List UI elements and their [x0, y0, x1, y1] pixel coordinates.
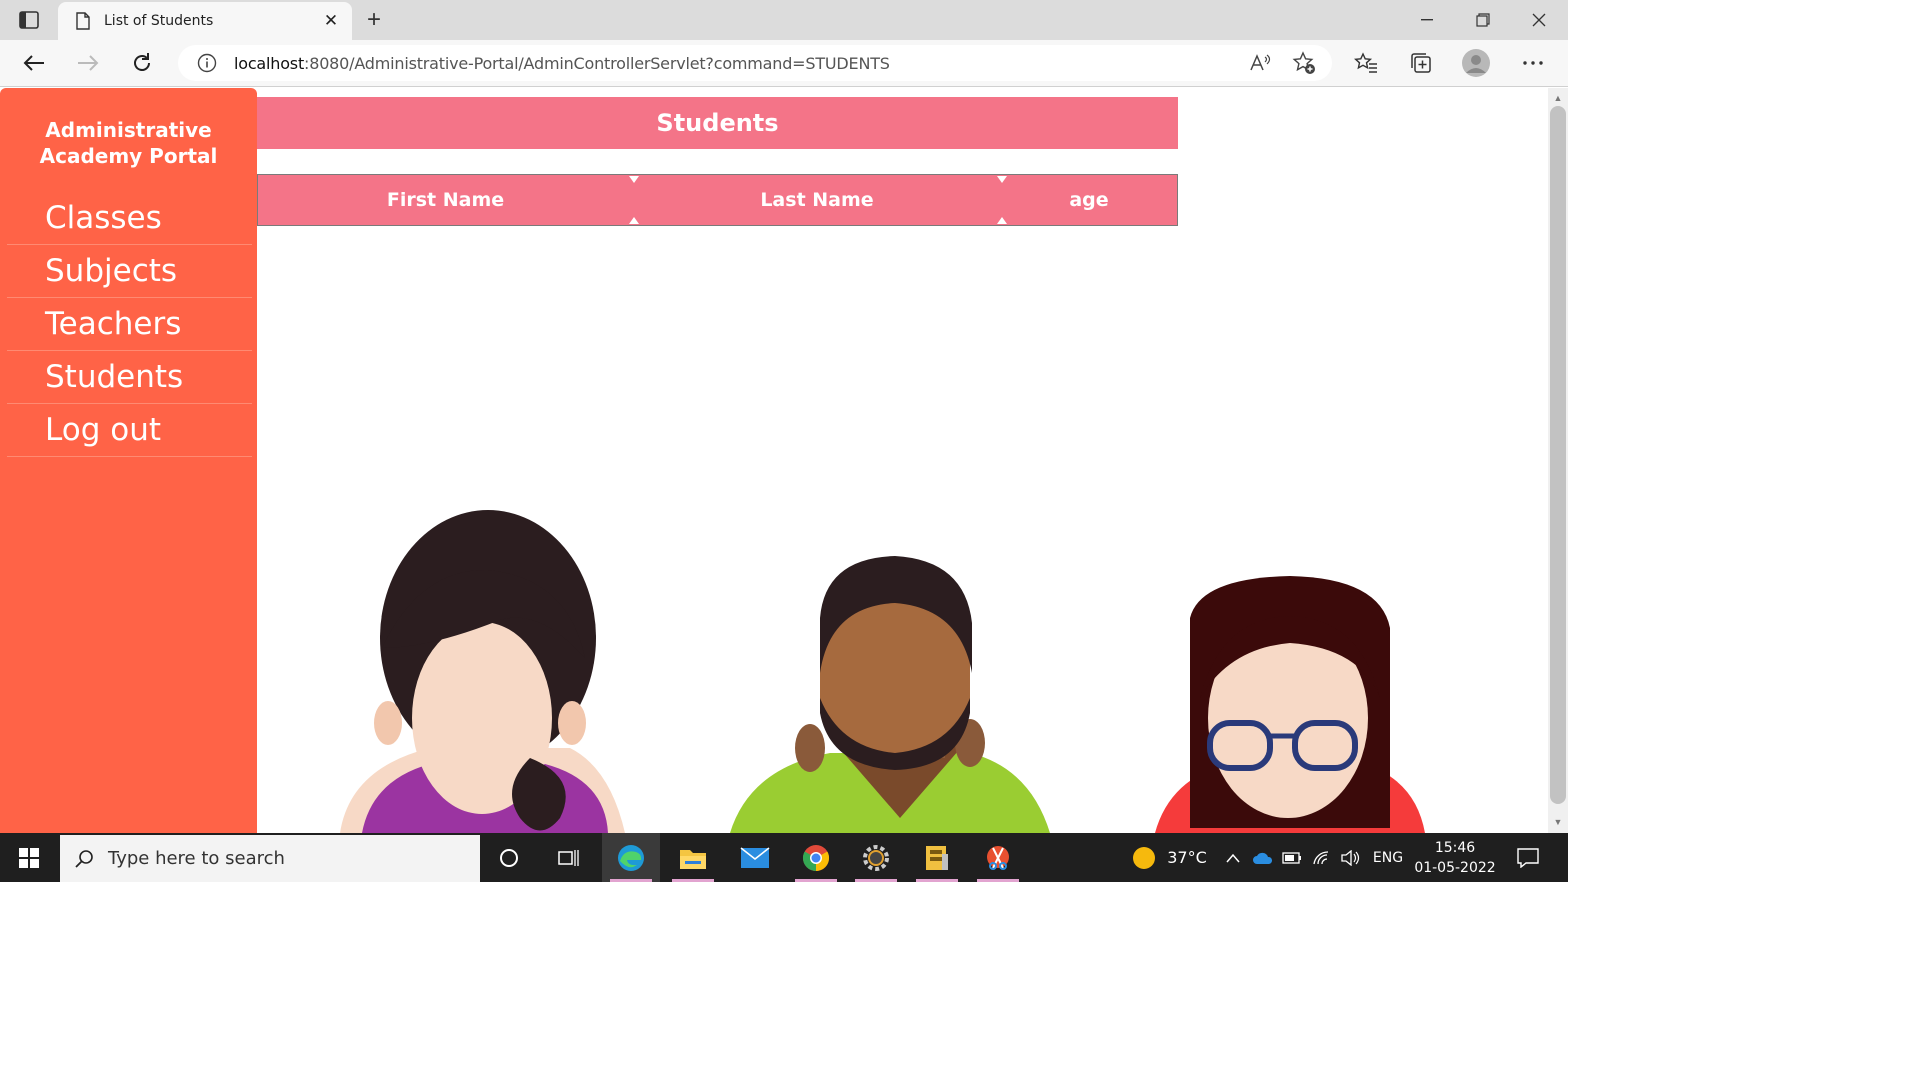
- sidebar-item-label[interactable]: Subjects: [45, 253, 177, 289]
- chrome-icon[interactable]: [787, 833, 845, 882]
- sidebar-item-label[interactable]: Students: [45, 359, 183, 395]
- sidebar-menu: Classes Subjects Teachers Students Log o…: [7, 192, 252, 457]
- vertical-scrollbar[interactable]: ▲ ▼: [1548, 88, 1568, 833]
- search-placeholder: Type here to search: [108, 848, 285, 869]
- scroll-down-icon[interactable]: ▼: [1552, 816, 1564, 828]
- more-options-icon[interactable]: [1517, 48, 1549, 78]
- mail-icon[interactable]: [726, 833, 784, 882]
- sidebar-item-label[interactable]: Teachers: [45, 306, 181, 342]
- sidebar-item-subjects[interactable]: Subjects: [7, 245, 252, 298]
- back-icon[interactable]: [18, 48, 50, 78]
- sidebar: Administrative Academy Portal Classes Su…: [0, 88, 257, 833]
- clock-date: 01-05-2022: [1414, 859, 1496, 876]
- page-title-bar: Students: [257, 97, 1178, 149]
- url-path: :8080/Administrative-Portal/AdminControl…: [304, 53, 890, 73]
- browser-tab-bar: List of Students ✕ +: [0, 0, 1568, 40]
- url-bar[interactable]: localhost:8080/Administrative-Portal/Adm…: [178, 45, 1332, 81]
- brand-line-2: Academy Portal: [39, 144, 218, 168]
- site-info-icon[interactable]: [196, 52, 218, 74]
- student-avatar-woman-glasses: [1155, 576, 1425, 833]
- sidebar-item-label[interactable]: Classes: [45, 200, 162, 236]
- sidebar-item-classes[interactable]: Classes: [7, 192, 252, 245]
- windows-taskbar: Type here to search 37°C ENG 15:46 01-05…: [0, 833, 1568, 882]
- add-favorite-icon[interactable]: [1290, 49, 1318, 77]
- close-window-icon[interactable]: [1516, 6, 1562, 34]
- taskbar-edge-icon[interactable]: [602, 833, 660, 882]
- read-aloud-icon[interactable]: [1246, 49, 1274, 77]
- document-icon: [72, 10, 94, 32]
- file-explorer-icon[interactable]: [664, 833, 722, 882]
- url-text[interactable]: localhost:8080/Administrative-Portal/Adm…: [234, 54, 890, 73]
- task-view-icon[interactable]: [545, 833, 591, 882]
- settings-gear-icon[interactable]: [847, 833, 905, 882]
- show-hidden-icons-icon[interactable]: [1222, 833, 1244, 882]
- notifications-icon[interactable]: [1506, 833, 1550, 882]
- student-avatar-girl-braid: [340, 510, 625, 833]
- profile-avatar-icon[interactable]: [1460, 48, 1492, 78]
- refresh-icon[interactable]: [126, 48, 158, 78]
- active-indicator: [916, 879, 958, 882]
- weather-sun-icon[interactable]: [1128, 833, 1160, 882]
- column-label: First Name: [386, 189, 505, 211]
- clock-time: 15:46: [1434, 839, 1476, 856]
- language-indicator[interactable]: ENG: [1368, 833, 1408, 882]
- address-toolbar: localhost:8080/Administrative-Portal/Adm…: [0, 40, 1568, 87]
- favorites-icon[interactable]: [1350, 48, 1382, 78]
- snipping-tool-icon[interactable]: [969, 833, 1027, 882]
- new-tab-icon[interactable]: +: [360, 6, 388, 34]
- scroll-up-icon[interactable]: ▲: [1552, 92, 1564, 104]
- scrollbar-thumb[interactable]: [1550, 106, 1566, 804]
- forward-icon[interactable]: [72, 48, 104, 78]
- page-viewport: Administrative Academy Portal Classes Su…: [0, 88, 1548, 833]
- column-header-first-name[interactable]: First Name: [258, 175, 639, 225]
- collections-icon[interactable]: [1405, 48, 1437, 78]
- sidebar-item-teachers[interactable]: Teachers: [7, 298, 252, 351]
- weather-temperature[interactable]: 37°C: [1164, 833, 1210, 882]
- active-indicator: [610, 879, 652, 882]
- cortana-icon[interactable]: [486, 833, 532, 882]
- brand-title: Administrative Academy Portal: [0, 117, 257, 169]
- battery-icon[interactable]: [1280, 833, 1304, 882]
- sidebar-item-students[interactable]: Students: [7, 351, 252, 404]
- sidebar-item-logout[interactable]: Log out: [7, 404, 252, 457]
- url-host: localhost: [234, 53, 305, 73]
- minimize-icon[interactable]: [1404, 6, 1450, 34]
- taskbar-search-box[interactable]: Type here to search: [60, 835, 480, 882]
- onedrive-cloud-icon[interactable]: [1250, 833, 1276, 882]
- close-tab-icon[interactable]: ✕: [320, 10, 342, 32]
- clock[interactable]: 15:46 01-05-2022: [1412, 833, 1498, 882]
- column-label: Last Name: [760, 189, 874, 211]
- students-illustration: [340, 510, 1425, 833]
- column-header-age[interactable]: age: [1001, 175, 1177, 225]
- page-title: Students: [656, 109, 779, 137]
- active-indicator: [795, 879, 837, 882]
- brand-line-1: Administrative: [45, 118, 212, 142]
- restore-icon[interactable]: [1460, 6, 1506, 34]
- tab-actions-icon[interactable]: [14, 8, 44, 32]
- active-indicator: [672, 879, 714, 882]
- wifi-icon[interactable]: [1310, 833, 1334, 882]
- tab-title: List of Students: [104, 13, 214, 29]
- column-label: age: [1069, 189, 1109, 211]
- volume-icon[interactable]: [1338, 833, 1362, 882]
- search-icon: [74, 849, 94, 869]
- students-table-header: First Name Last Name age: [257, 174, 1178, 226]
- column-header-last-name[interactable]: Last Name: [633, 175, 1007, 225]
- student-avatar-man-beard: [730, 556, 1050, 833]
- archive-app-icon[interactable]: [908, 833, 966, 882]
- sidebar-item-label[interactable]: Log out: [45, 412, 161, 448]
- browser-tab[interactable]: List of Students ✕: [58, 2, 352, 40]
- windows-start-icon[interactable]: [0, 833, 58, 882]
- active-indicator: [855, 879, 897, 882]
- active-indicator: [977, 879, 1019, 882]
